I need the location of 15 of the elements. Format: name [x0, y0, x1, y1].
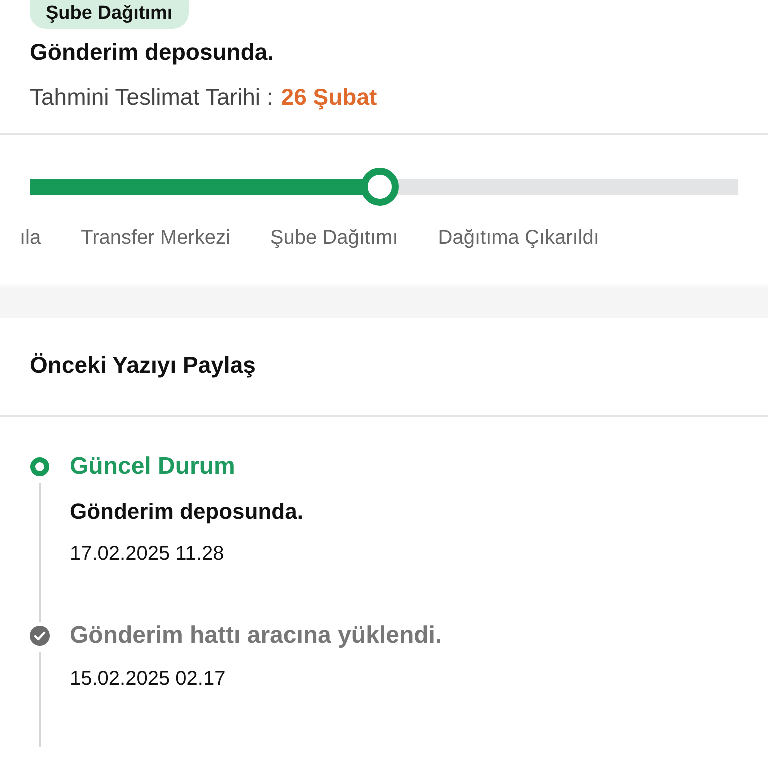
event-title: Gönderim hattı aracına yüklendi.: [70, 622, 442, 650]
step-label: Şube Dağıtımı: [270, 227, 398, 250]
event-description: Gönderim deposunda.: [70, 499, 304, 525]
step-label: ıla: [20, 227, 42, 250]
step-label: Transfer Merkezi: [81, 227, 230, 250]
event-date: 15.02.2025 02.17: [70, 668, 226, 691]
delivery-label: Tahmini Teslimat Tarihi :: [30, 84, 274, 111]
event-title: Güncel Durum: [70, 453, 236, 481]
step-label: Dağıtıma Çıkarıldı: [438, 227, 600, 250]
status-text: Gönderim deposunda.: [30, 39, 274, 66]
share-link[interactable]: Önceki Yazıyı Paylaş: [30, 352, 256, 378]
status-badge: Şube Dağıtımı: [30, 0, 189, 29]
delivery-date: 26 Şubat: [281, 84, 378, 111]
check-circle-icon: [30, 626, 50, 646]
event-date: 17.02.2025 11.28: [70, 543, 224, 566]
